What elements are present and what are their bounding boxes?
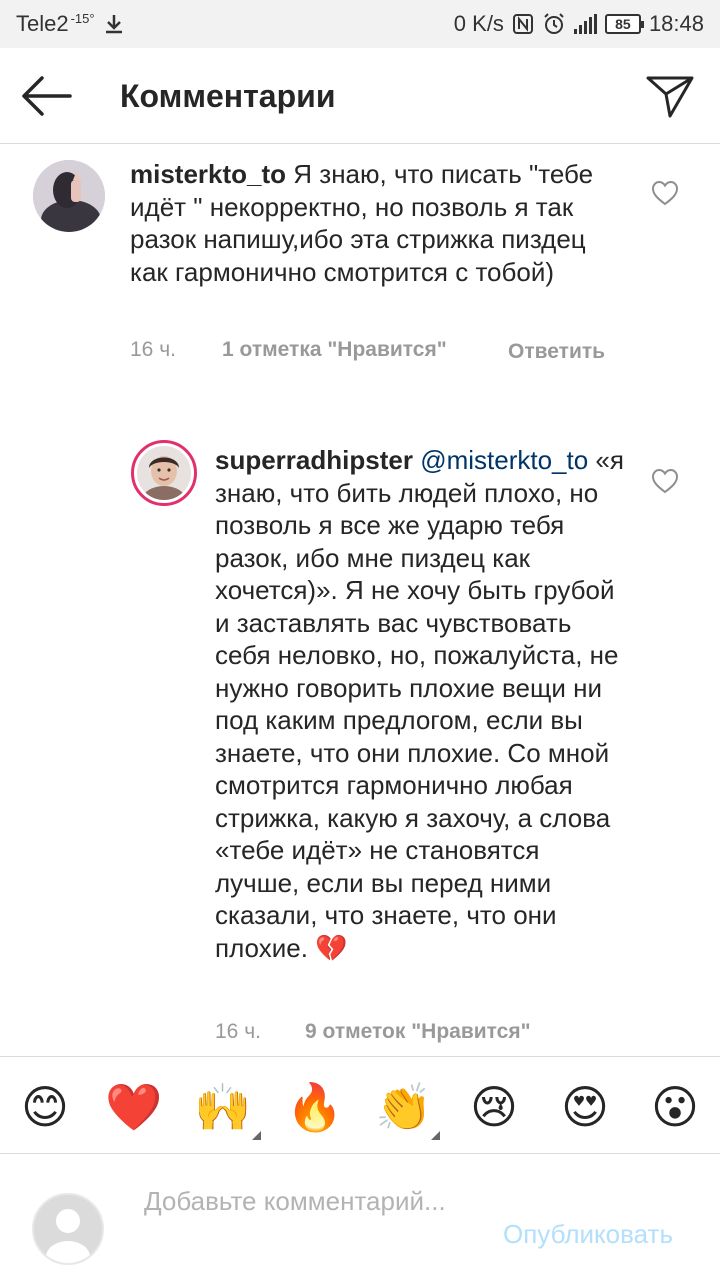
- comment-username[interactable]: misterkto_to: [130, 159, 286, 189]
- arrow-left-icon: [22, 76, 72, 116]
- alarm-icon: [542, 12, 566, 36]
- comment-item: superradhipster @misterkto_to «я знаю, ч…: [0, 430, 720, 1050]
- emoji-bar: 😊 ❤️ 🙌 🔥 👏 😢 😍 😮: [0, 1056, 720, 1154]
- heart-outline-icon: [651, 180, 679, 206]
- download-icon: [103, 13, 125, 35]
- emoji-crying-icon[interactable]: 😢: [464, 1077, 524, 1137]
- back-button[interactable]: [20, 72, 76, 120]
- reply-button[interactable]: Ответить: [508, 338, 605, 366]
- comment-likes[interactable]: 1 отметка "Нравится": [222, 338, 447, 362]
- status-bar: Tele2 -15° 0 K/s 85 18:48: [0, 0, 720, 48]
- comment-likes[interactable]: 9 отметок "Нравится": [305, 1020, 531, 1044]
- nfc-icon: [512, 13, 534, 35]
- comment-item: misterkto_to Я знаю, что писать "тебе ид…: [0, 144, 720, 404]
- clock: 18:48: [648, 11, 704, 36]
- carrier-name: Tele2: [16, 11, 69, 36]
- signal-icon: [573, 14, 597, 34]
- heart-outline-icon: [651, 468, 679, 494]
- comment-input[interactable]: [144, 1185, 464, 1257]
- page-title: Комментарии: [120, 78, 336, 114]
- battery-level: 85: [615, 16, 631, 32]
- emoji-heart-icon[interactable]: ❤️: [104, 1077, 164, 1137]
- header: Комментарии: [0, 48, 720, 144]
- like-button[interactable]: [651, 468, 679, 494]
- temperature: -15°: [70, 10, 95, 26]
- share-button[interactable]: [644, 72, 700, 120]
- comment-body: «я знаю, что бить людей плохо, но позвол…: [215, 445, 624, 963]
- default-avatar-icon: [34, 1195, 102, 1263]
- emoji-surprised-icon[interactable]: 😮: [645, 1077, 705, 1137]
- status-left: Tele2 -15°: [16, 11, 125, 37]
- comment-mention[interactable]: @misterkto_to: [420, 445, 588, 475]
- emoji-raised-hands-icon[interactable]: 🙌: [193, 1077, 253, 1137]
- emoji-fire-icon[interactable]: 🔥: [285, 1077, 345, 1137]
- avatar[interactable]: [33, 160, 105, 232]
- comment-time: 16 ч.: [130, 338, 176, 361]
- battery-icon: 85: [604, 14, 644, 34]
- comment-time: 16 ч.: [215, 1020, 261, 1043]
- user-avatar: [32, 1193, 104, 1265]
- avatar[interactable]: [131, 440, 197, 506]
- emoji-clap-icon[interactable]: 👏: [374, 1077, 434, 1137]
- like-button[interactable]: [651, 180, 679, 206]
- status-right: 0 K/s 85 18:48: [454, 11, 704, 37]
- paper-plane-icon: [646, 76, 694, 118]
- emoji-smile-icon[interactable]: 😊: [15, 1077, 75, 1137]
- net-speed: 0 K/s: [453, 11, 504, 36]
- comment-text: superradhipster @misterkto_to «я знаю, ч…: [215, 444, 630, 964]
- emoji-variants-indicator: [431, 1131, 440, 1140]
- emoji-variants-indicator: [252, 1131, 261, 1140]
- comment-input-bar: Опубликовать: [0, 1155, 720, 1280]
- comment-text: misterkto_to Я знаю, что писать "тебе ид…: [130, 158, 630, 288]
- comment-username[interactable]: superradhipster: [215, 445, 413, 475]
- emoji-heart-eyes-icon[interactable]: 😍: [555, 1077, 615, 1137]
- publish-button[interactable]: Опубликовать: [503, 1219, 673, 1250]
